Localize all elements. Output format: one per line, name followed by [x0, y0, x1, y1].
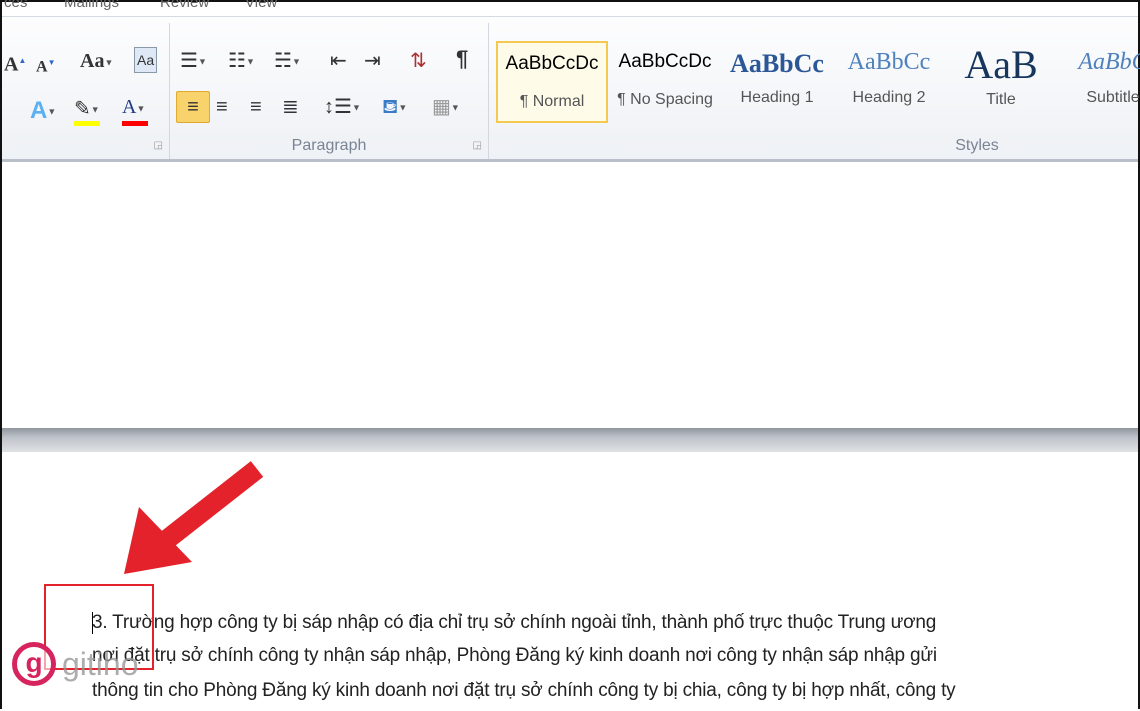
gitiho-watermark: g gitiho	[12, 642, 139, 686]
annotation-arrow	[124, 461, 264, 574]
gitiho-logo-icon: g	[12, 642, 56, 686]
gitiho-logo-text: gitiho	[62, 645, 139, 682]
arrow-shaft	[153, 461, 264, 553]
